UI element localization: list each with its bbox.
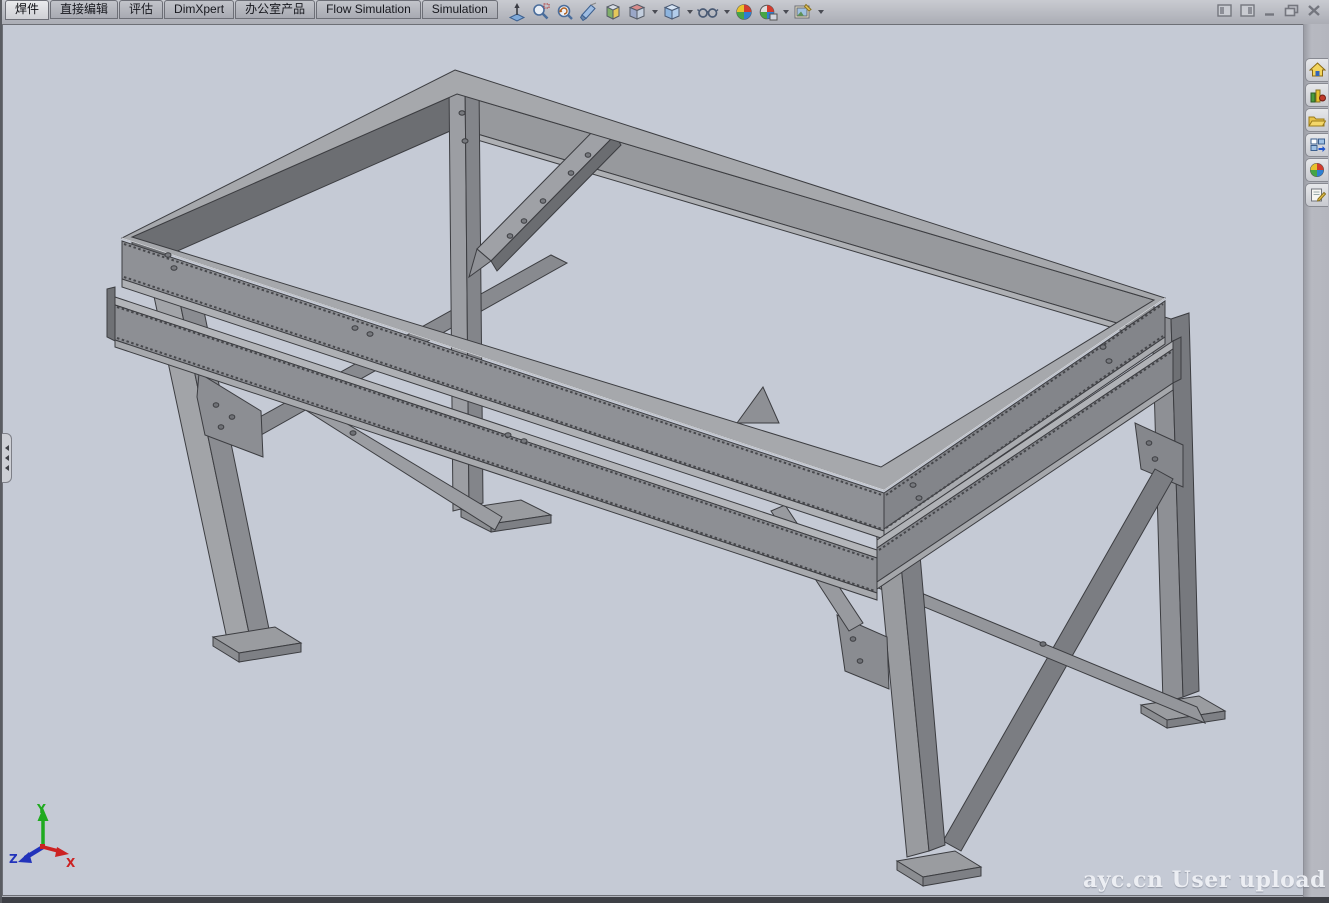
design-library-button[interactable] (1305, 83, 1328, 107)
custom-properties-button[interactable] (1305, 183, 1328, 207)
display-style-icon[interactable] (661, 1, 683, 23)
tab-office-products[interactable]: 办公室产品 (235, 0, 315, 19)
design-library-icon (1309, 87, 1326, 103)
command-manager-bar: 焊件 直接编辑 评估 DimXpert 办公室产品 Flow Simulatio… (0, 0, 1329, 25)
triad-x-label: X (66, 856, 76, 870)
tab-flow-simulation[interactable]: Flow Simulation (316, 0, 421, 19)
zoom-to-fit-icon[interactable] (506, 1, 528, 23)
appearances-icon (1309, 162, 1325, 178)
feature-panel-collapse-handle[interactable] (2, 433, 12, 483)
restore-button[interactable] (1284, 4, 1299, 17)
solidworks-resources-button[interactable] (1305, 58, 1328, 82)
triad-y-label: Y (36, 802, 46, 816)
solidworks-window: 焊件 直接编辑 评估 DimXpert 办公室产品 Flow Simulatio… (0, 0, 1329, 903)
tab-weldments[interactable]: 焊件 (5, 0, 49, 20)
heads-up-view-toolbar (506, 1, 825, 23)
appearances-scenes-button[interactable] (1305, 158, 1328, 182)
edit-appearance-icon[interactable] (733, 1, 755, 23)
window-controls (1217, 4, 1321, 17)
watermark: ayc.cn User upload (1083, 867, 1326, 893)
folder-icon (1308, 113, 1326, 128)
reference-triad: Y X Z (9, 802, 76, 870)
view-orientation-icon[interactable] (626, 1, 648, 23)
pane-toggle-left-icon[interactable] (1217, 4, 1232, 17)
view-settings-icon[interactable] (792, 1, 814, 23)
collapse-arrow-icon (5, 445, 9, 451)
graphics-viewport[interactable]: Y X Z (2, 24, 1304, 896)
pane-toggle-right-icon[interactable] (1240, 4, 1255, 17)
file-explorer-button[interactable] (1305, 108, 1328, 132)
hide-show-items-icon[interactable] (696, 1, 720, 23)
tab-simulation[interactable]: Simulation (422, 0, 498, 19)
tab-evaluate[interactable]: 评估 (119, 0, 163, 19)
tab-dimxpert[interactable]: DimXpert (164, 0, 234, 19)
gusset-tab-center[interactable] (737, 387, 779, 423)
custom-properties-icon (1309, 187, 1326, 203)
view-orientation-dropdown[interactable] (652, 10, 658, 14)
display-style-dropdown[interactable] (687, 10, 693, 14)
close-icon[interactable] (1307, 4, 1321, 17)
triad-z-label: Z (9, 852, 18, 866)
task-pane-strip (1303, 24, 1329, 897)
gusset-front-right (837, 615, 889, 689)
collapse-arrow-icon (5, 465, 9, 471)
tab-direct-editing[interactable]: 直接编辑 (50, 0, 118, 19)
bottom-strip (0, 897, 1329, 903)
previous-view-icon[interactable] (554, 1, 576, 23)
view-palette-button[interactable] (1305, 133, 1328, 157)
collapse-arrow-icon (5, 455, 9, 461)
view-palette-icon (1309, 137, 1326, 153)
zoom-to-area-icon[interactable] (530, 1, 552, 23)
apply-scene-dropdown[interactable] (783, 10, 789, 14)
minimize-button[interactable] (1263, 4, 1276, 17)
apply-scene-icon[interactable] (757, 1, 779, 23)
model-scene[interactable]: Y X Z (3, 25, 1305, 897)
home-icon (1309, 62, 1326, 78)
section-view-icon[interactable] (578, 1, 600, 23)
command-tabs: 焊件 直接编辑 评估 DimXpert 办公室产品 Flow Simulatio… (5, 0, 499, 20)
view-settings-dropdown[interactable] (818, 10, 824, 14)
annotation-views-icon[interactable] (602, 1, 624, 23)
hide-show-dropdown[interactable] (724, 10, 730, 14)
